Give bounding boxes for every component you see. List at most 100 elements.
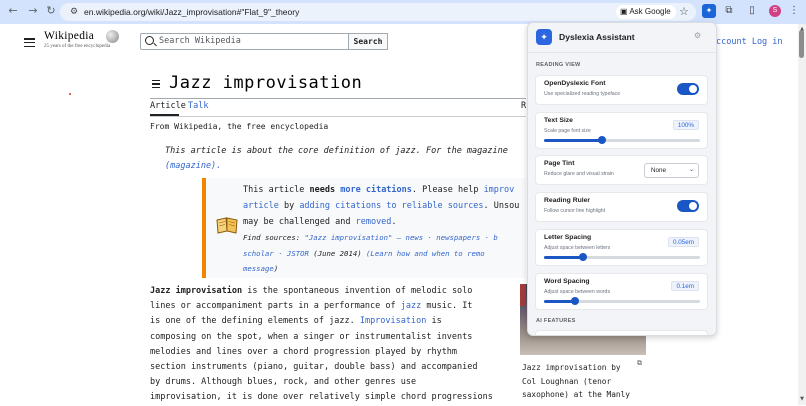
extensions-puzzle-icon[interactable]: ⧉ (722, 4, 736, 18)
ambox-text: . Please help (411, 185, 484, 195)
page-scrollbar[interactable]: ▲ ▼ (798, 24, 806, 405)
body-line: is the spontaneous invention of melodic … (242, 286, 473, 296)
page-tint-value: None (651, 167, 667, 174)
ambox-text: . Unsou (483, 201, 520, 211)
removed-link[interactable]: removed (356, 217, 392, 227)
letter-spacing-value: 0.05em (667, 237, 699, 247)
word-spacing-description: Adjust space between words (544, 289, 611, 295)
profile-avatar[interactable]: S (769, 5, 781, 17)
adding-citations-link[interactable]: adding citations to reliable sources (299, 201, 483, 211)
url-text[interactable]: en.wikipedia.org/wiki/Jazz_improvisation… (84, 3, 299, 21)
word-spacing-label: Word Spacing (544, 278, 590, 285)
page-tint-card: Page Tint Reduce glare and visual strain… (535, 155, 708, 185)
find-sources-links[interactable]: "Jazz improvisation" – news · newspapers… (305, 233, 498, 242)
bookmark-star-icon[interactable]: ☆ (679, 4, 689, 20)
find-sources-label: Find sources: (243, 233, 305, 242)
letter-spacing-label: Letter Spacing (544, 234, 592, 241)
reading-ruler-toggle[interactable] (677, 200, 699, 212)
article-link[interactable]: article (243, 201, 279, 211)
account-links[interactable]: ccount Log in (716, 37, 783, 47)
text-size-card: Text Size Scale page font size 100% (535, 112, 708, 149)
search-button[interactable]: Search (348, 33, 388, 50)
main-menu-icon[interactable] (24, 38, 35, 48)
slider-fill (544, 256, 583, 259)
infobox-caption: Jazz improvisation by Col Loughnan (teno… (522, 361, 646, 402)
forward-icon[interactable]: → (26, 4, 40, 18)
font-label: OpenDyslexic Font (544, 80, 606, 87)
text-size-label: Text Size (544, 117, 573, 124)
reload-icon[interactable]: ↻ (44, 4, 58, 18)
citation-warning-text: This article needs more citations. Pleas… (243, 182, 527, 277)
body-line: composing on the spot, when a singer or … (150, 331, 473, 342)
page-tint-select[interactable]: None ⌄ (644, 163, 699, 178)
wikipedia-tagline: 25 years of the free encyclopedia (44, 44, 111, 49)
back-icon[interactable]: ← (6, 4, 20, 18)
opendyslexic-toggle[interactable] (677, 83, 699, 95)
panel-divider (528, 52, 716, 53)
hatnote: This article is about the core definitio… (165, 144, 526, 174)
ambox-text: ) (273, 264, 279, 273)
split-view-icon[interactable]: ▯ (745, 4, 759, 18)
body-line: melodies and lines over a chord progress… (150, 346, 458, 357)
scroll-thumb[interactable] (799, 30, 804, 58)
browser-menu-icon[interactable]: ⋮ (787, 4, 801, 18)
lead-bold-term: Jazz improvisation (150, 286, 243, 296)
improvisation-link[interactable]: Improvisation (360, 316, 427, 326)
caption-line: saxophone) at the Manly (522, 390, 630, 399)
article-body: Jazz improvisation is the spontaneous in… (150, 284, 505, 406)
ask-google-button[interactable]: ▣ Ask Google (616, 5, 676, 19)
slider-thumb[interactable] (571, 297, 580, 305)
scholar-jstor-links[interactable]: scholar · JSTOR (243, 249, 309, 258)
settings-gear-icon[interactable]: ⚙ (694, 31, 701, 40)
ambox-text: . (391, 217, 397, 227)
table-of-contents-icon[interactable] (150, 80, 160, 89)
body-line: is (426, 316, 442, 327)
tab-article[interactable]: Article (150, 101, 186, 111)
more-citations-link[interactable]: more citations (340, 185, 412, 195)
ambox-text: may be challenged and (243, 217, 356, 227)
tabs-divider (150, 116, 526, 117)
site-info-icon[interactable]: ⚙ (68, 5, 80, 19)
page-tint-label: Page Tint (544, 160, 575, 167)
book-icon (216, 217, 238, 234)
message-link[interactable]: message (243, 264, 274, 273)
letter-spacing-slider[interactable] (544, 253, 700, 261)
page-title: Jazz improvisation (169, 73, 363, 93)
search-icon (145, 36, 154, 45)
sparkle-icon: ✦ (536, 29, 552, 45)
search-input[interactable]: Search Wikipedia (140, 33, 349, 50)
reading-ruler-card: Reading Ruler Follow cursor line highlig… (535, 192, 708, 222)
word-spacing-slider[interactable] (544, 297, 700, 305)
ai-features-card (535, 330, 708, 335)
learn-how-link[interactable]: (Learn how and when to remo (366, 249, 485, 258)
body-line: is one of the defining elements of jazz. (150, 316, 360, 327)
browser-toolbar: ← → ↻ ⚙ en.wikipedia.org/wiki/Jazz_impro… (0, 0, 806, 24)
from-wikipedia-line: From Wikipedia, the free encyclopedia (150, 122, 329, 131)
title-divider (150, 98, 526, 99)
dyslexia-extension-icon[interactable]: ✦ (702, 4, 716, 18)
body-line: section instruments (piano, guitar, doub… (150, 362, 478, 373)
jazz-link[interactable]: jazz (401, 301, 421, 311)
scroll-down-arrow-icon[interactable]: ▼ (798, 396, 806, 402)
address-bar[interactable]: ⚙ en.wikipedia.org/wiki/Jazz_improvisati… (60, 3, 696, 21)
opendyslexic-font-card: OpenDyslexic Font Use specialized readin… (535, 75, 708, 105)
wikipedia-wordmark[interactable]: Wikipedia (44, 30, 94, 42)
page-tint-description: Reduce glare and visual strain (544, 171, 614, 177)
search-placeholder: Search Wikipedia (159, 36, 241, 46)
text-size-slider[interactable] (544, 136, 700, 144)
citation-warning-box: This article needs more citations. Pleas… (202, 178, 526, 278)
hatnote-link[interactable]: (magazine). (165, 159, 526, 174)
caption-line: Jazz improvisation by (522, 363, 621, 372)
cursor-dot (69, 93, 71, 95)
tab-read[interactable]: R (521, 101, 526, 111)
chevron-down-icon: ⌄ (688, 167, 694, 173)
slider-thumb[interactable] (579, 253, 587, 261)
body-line: improvisation, it is done over relativel… (150, 392, 493, 403)
infobox-photo-edge (520, 284, 526, 306)
wikipedia-globe-logo[interactable] (106, 30, 119, 43)
slider-thumb[interactable] (597, 136, 606, 144)
ask-google-label: Ask Google (629, 7, 671, 16)
ambox-date: (June 2014) (308, 248, 367, 258)
tab-talk[interactable]: Talk (188, 101, 208, 111)
improve-link[interactable]: improv (484, 185, 515, 195)
